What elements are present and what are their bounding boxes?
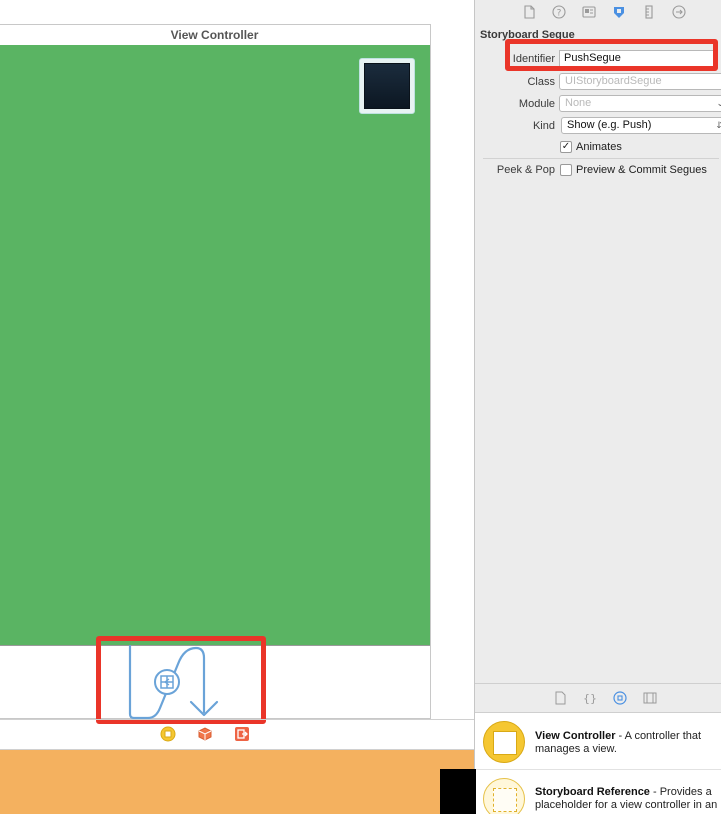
- svg-text:?: ?: [557, 9, 562, 19]
- identity-inspector-icon[interactable]: [581, 4, 597, 20]
- up-down-chevron-icon: ⇵: [716, 120, 721, 131]
- root-view[interactable]: [0, 45, 430, 646]
- list-item[interactable]: View Controller - A controller that mana…: [475, 713, 721, 770]
- segue-highlight-box: [96, 636, 266, 724]
- exit-icon[interactable]: [234, 726, 250, 742]
- connections-inspector-icon[interactable]: [671, 4, 687, 20]
- module-combo-box[interactable]: None ⌄: [559, 95, 721, 112]
- next-scene-view: [440, 769, 476, 814]
- preview-commit-label: Preview & Commit Segues: [576, 164, 707, 176]
- list-item-text: View Controller - A controller that mana…: [535, 730, 718, 756]
- storyboard-canvas[interactable]: View Controller: [0, 0, 474, 814]
- list-item[interactable]: Storyboard Reference - Provides a placeh…: [475, 770, 721, 814]
- xcode-window: View Controller ? Storyboard Segue Ident…: [0, 0, 721, 814]
- preview-commit-checkbox[interactable]: [560, 164, 572, 176]
- class-placeholder: UIStoryboardSegue: [565, 75, 662, 87]
- code-snippet-icon[interactable]: {}: [583, 691, 597, 705]
- chevron-down-icon: ⌄: [716, 98, 721, 109]
- attributes-inspector-icon[interactable]: [611, 4, 627, 20]
- next-scene-background: [0, 750, 474, 814]
- animates-checkbox[interactable]: ✓: [560, 141, 572, 153]
- scene-dock-top-divider: [0, 719, 474, 720]
- file-inspector-icon[interactable]: [521, 4, 537, 20]
- help-icon[interactable]: ?: [551, 4, 567, 20]
- first-responder-icon[interactable]: [197, 726, 213, 742]
- list-item-name: Storyboard Reference: [535, 786, 650, 798]
- kind-popup-button[interactable]: Show (e.g. Push) ⇵: [561, 117, 721, 134]
- peek-pop-label: Peek & Pop: [496, 164, 555, 176]
- media-library-icon[interactable]: [643, 691, 657, 705]
- thumbnail-image: [364, 63, 410, 109]
- image-thumbnail[interactable]: [359, 58, 415, 114]
- size-inspector-icon[interactable]: [641, 4, 657, 20]
- module-label: Module: [518, 98, 555, 110]
- class-label: Class: [527, 76, 555, 88]
- storyboard-reference-icon: [483, 778, 525, 814]
- module-placeholder: None: [565, 97, 592, 109]
- object-library-icon[interactable]: [613, 691, 627, 705]
- animates-label: Animates: [576, 141, 622, 153]
- list-item-text: Storyboard Reference - Provides a placeh…: [535, 786, 718, 812]
- identifier-highlight-box: [505, 39, 718, 71]
- list-item-name: View Controller: [535, 730, 616, 742]
- class-combo-box[interactable]: UIStoryboardSegue: [559, 73, 721, 90]
- library-tab-bar: {}: [475, 683, 721, 713]
- view-controller-scene[interactable]: View Controller: [0, 24, 431, 719]
- inspector-tab-bar: ?: [475, 0, 721, 26]
- file-template-icon[interactable]: [553, 691, 567, 705]
- scene-title[interactable]: View Controller: [0, 25, 430, 45]
- object-library-list[interactable]: View Controller - A controller that mana…: [475, 713, 721, 814]
- kind-value: Show (e.g. Push): [567, 119, 652, 131]
- section-divider: [483, 158, 719, 159]
- attributes-inspector: ? Storyboard Segue Identifier PushSegue …: [474, 0, 721, 814]
- svg-text:{}: {}: [583, 692, 597, 705]
- view-controller-object-icon: [483, 721, 525, 763]
- kind-label: Kind: [532, 120, 555, 132]
- view-controller-icon[interactable]: [160, 726, 176, 742]
